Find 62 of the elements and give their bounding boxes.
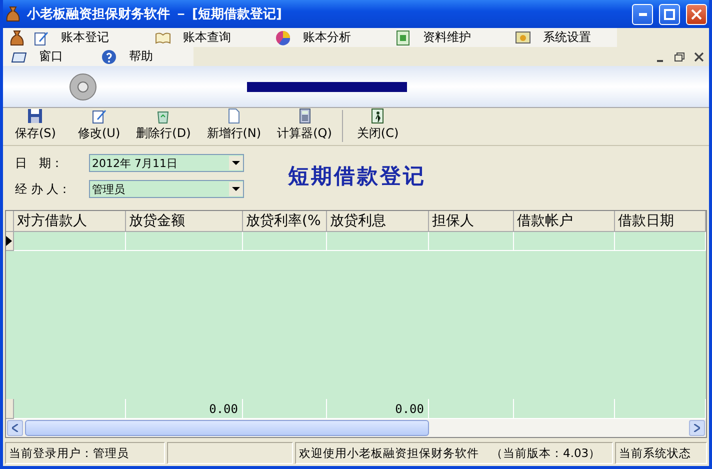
menu-item[interactable]: 资料维护 (387, 29, 507, 46)
table-cell[interactable] (14, 232, 126, 251)
column-header[interactable]: 借款帐户 (514, 211, 615, 232)
book-icon (155, 30, 171, 46)
toolbar-button[interactable]: 修改(U) (72, 108, 126, 142)
window-title: 小老板融资担保财务软件 － [短期借款登记] (27, 6, 283, 23)
toolbar-button[interactable]: 保存(S) (9, 108, 62, 142)
date-label: 日 期： (15, 154, 64, 172)
chart-icon (275, 30, 291, 46)
menu-item[interactable]: 账本登记 (25, 29, 147, 46)
maximize-icon (664, 8, 675, 20)
scroll-thumb[interactable] (25, 420, 429, 436)
scroll-right-button[interactable] (689, 420, 705, 436)
close-icon (691, 8, 702, 20)
toolbar-button[interactable]: 新增行(N) (200, 108, 268, 142)
column-header[interactable]: 担保人 (429, 211, 514, 232)
table-cell[interactable] (615, 232, 706, 251)
table-cell[interactable] (243, 232, 327, 251)
status-message: 欢迎使用小老板融资担保财务软件 （当前版本：4.03） (295, 442, 613, 464)
menu-item[interactable]: 账本分析 (267, 29, 387, 46)
pencil-icon (91, 108, 108, 124)
column-header[interactable]: 放贷利率(% (243, 211, 327, 232)
status-user: 当前登录用户：管理员 (5, 442, 165, 464)
corner-header (6, 211, 14, 232)
handler-dropdown[interactable]: 管理员 (89, 180, 244, 198)
column-header[interactable]: 借款日期 (615, 211, 706, 232)
horizontal-scrollbar[interactable] (6, 419, 706, 437)
document-icon (395, 30, 411, 46)
column-header[interactable]: 放贷金额 (126, 211, 243, 232)
date-dropdown[interactable]: 2012年 7月11日 (89, 154, 244, 172)
menu-item[interactable]: 帮助 (93, 48, 173, 65)
current-row-icon (6, 236, 12, 246)
table-cell[interactable] (327, 232, 429, 251)
help-icon (101, 48, 117, 64)
pencil-icon (33, 30, 49, 46)
status-state: 当前系统状态 (615, 442, 707, 464)
calculator-icon (296, 108, 312, 124)
minimize-icon (638, 12, 646, 16)
table-cell[interactable] (514, 232, 615, 251)
column-header[interactable]: 对方借款人 (14, 211, 126, 232)
toolbar-button[interactable]: 删除行(D) (130, 108, 197, 142)
form-heading: 短期借款登记 (286, 162, 427, 190)
row-header (6, 399, 14, 419)
money-bag-icon (5, 5, 21, 23)
menu-item[interactable]: 窗口 (3, 48, 93, 65)
toolbar-button[interactable]: 关闭(C) (350, 108, 405, 142)
handler-label: 经 办 人： (15, 180, 72, 198)
toolbar-button[interactable]: 计算器(Q) (271, 108, 338, 142)
menu-item[interactable]: 系统设置 (507, 29, 617, 46)
table-cell[interactable] (429, 232, 514, 251)
money-bag-icon (9, 28, 25, 46)
scroll-left-button[interactable] (7, 420, 23, 436)
disc-icon (69, 72, 97, 100)
close-button[interactable] (686, 4, 707, 24)
table-cell[interactable] (126, 232, 243, 251)
menu-item[interactable]: 账本查询 (147, 29, 267, 46)
minimize-button[interactable] (632, 4, 653, 24)
exit-door-icon (370, 108, 386, 124)
row-header[interactable] (6, 232, 14, 251)
monitor-icon (515, 30, 531, 46)
column-header[interactable]: 放贷利息 (327, 211, 429, 232)
maximize-button[interactable] (659, 4, 680, 24)
